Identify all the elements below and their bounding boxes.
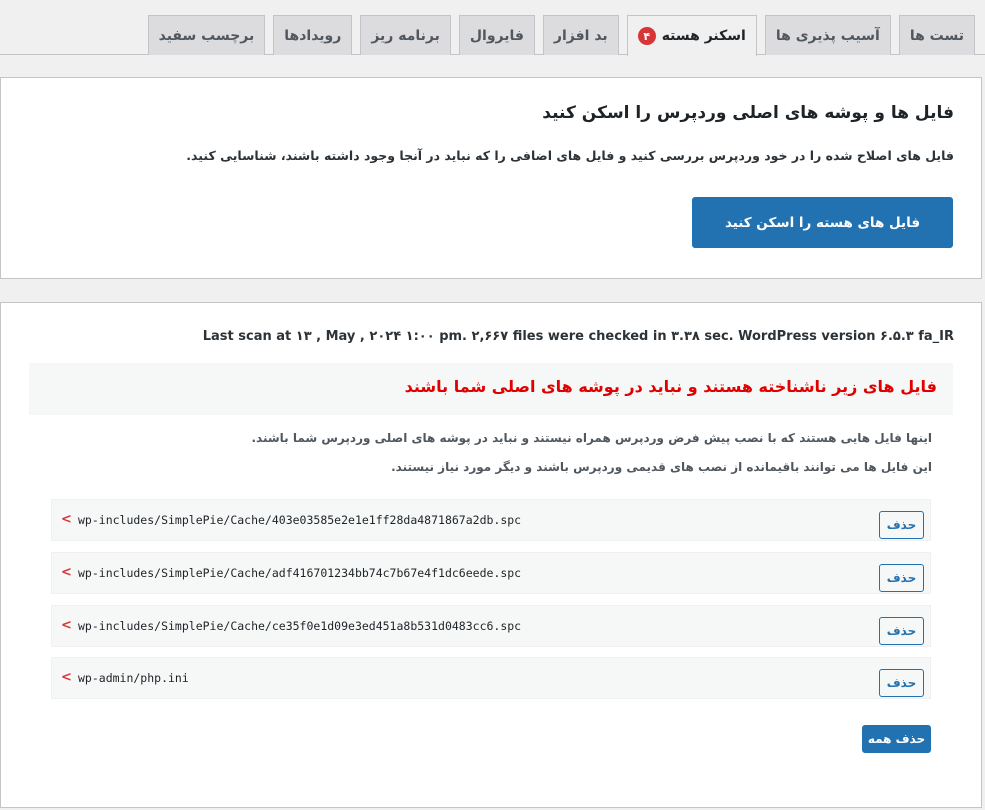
- delete-file-button[interactable]: حذف: [879, 669, 924, 697]
- tab-label: برچسب سفید: [158, 27, 255, 44]
- tab-label: اسکنر هسته: [661, 28, 746, 44]
- file-path: wp-includes/SimplePie/Cache/ce35f0e1d09e…: [78, 619, 522, 633]
- tab-vulnerabilities[interactable]: آسیب پذیری ها: [764, 15, 891, 55]
- tab-whitelist[interactable]: برچسب سفید: [147, 15, 266, 55]
- tab-core-scanner[interactable]: اسکنر هسته ۴: [626, 15, 757, 56]
- file-row: < wp-admin/php.ini حذف: [51, 657, 931, 699]
- file-row: < wp-includes/SimplePie/Cache/adf4167012…: [51, 552, 931, 594]
- delete-file-button[interactable]: حذف: [879, 511, 924, 539]
- tab-firewall[interactable]: فایروال: [458, 15, 535, 55]
- tab-label: آسیب پذیری ها: [775, 27, 880, 44]
- tab-label: برنامه ریز: [371, 27, 440, 44]
- file-row: < wp-includes/SimplePie/Cache/403e03585e…: [51, 499, 931, 541]
- delete-file-button[interactable]: حذف: [879, 564, 924, 592]
- file-row: < wp-includes/SimplePie/Cache/ce35f0e1d0…: [51, 605, 931, 647]
- tab-bar: تست ها آسیب پذیری ها اسکنر هسته ۴ بد افزا…: [0, 0, 985, 56]
- info-text: این فایل ها می توانند باقیمانده از نصب ه…: [391, 460, 932, 474]
- tab-label: بد افزار: [553, 27, 608, 44]
- info-text: اینها فایل هایی هستند که با نصب پیش فرض …: [251, 431, 932, 445]
- tab-label: تست ها: [909, 27, 964, 44]
- file-path: wp-admin/php.ini: [78, 671, 189, 685]
- chevron-left-icon[interactable]: <: [61, 512, 72, 527]
- scan-card-title: فایل ها و پوشه های اصلی وردپرس را اسکن ک…: [542, 103, 954, 123]
- last-scan-info: Last scan at ۱۳ , May , ۲۰۲۴ ۱:۰۰ pm. ۲,…: [202, 329, 954, 344]
- tab-label: رویدادها: [284, 27, 342, 44]
- tab-events[interactable]: رویدادها: [273, 15, 353, 55]
- delete-all-button[interactable]: حذف همه: [862, 725, 931, 753]
- scan-card-description: فایل های اصلاح شده را در خود وردپرس بررس…: [186, 148, 954, 163]
- tab-label: فایروال: [469, 27, 524, 44]
- chevron-left-icon[interactable]: <: [61, 565, 72, 580]
- tab-list: تست ها آسیب پذیری ها اسکنر هسته ۴ بد افزا…: [147, 15, 975, 56]
- count-badge: ۴: [637, 27, 656, 45]
- file-path: wp-includes/SimplePie/Cache/adf416701234…: [78, 566, 522, 580]
- tab-tests[interactable]: تست ها: [898, 15, 975, 55]
- tab-malware[interactable]: بد افزار: [542, 15, 619, 55]
- scan-core-files-button[interactable]: فایل های هسته را اسکن کنید: [692, 197, 953, 248]
- unknown-files-alert: فایل های زیر ناشناخته هستند و نباید در پ…: [404, 377, 937, 396]
- chevron-left-icon[interactable]: <: [61, 670, 72, 685]
- file-path: wp-includes/SimplePie/Cache/403e03585e2e…: [78, 513, 522, 527]
- chevron-left-icon[interactable]: <: [61, 618, 72, 633]
- tab-scheduler[interactable]: برنامه ریز: [360, 15, 451, 55]
- delete-file-button[interactable]: حذف: [879, 617, 924, 645]
